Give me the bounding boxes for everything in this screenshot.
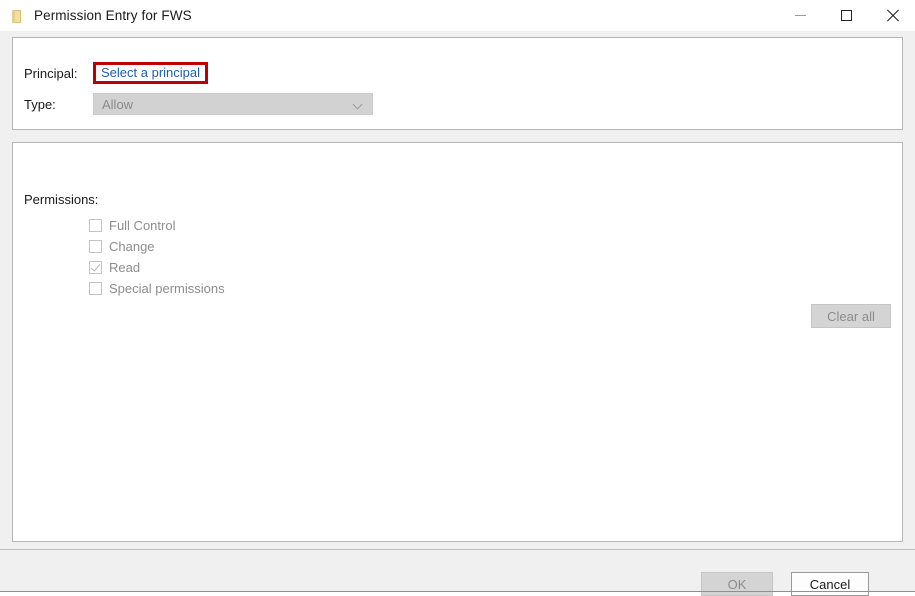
principal-highlight-box: Select a principal	[93, 62, 208, 84]
minimize-icon	[794, 15, 806, 16]
permissions-panel: Permissions: Full Control Change Read Sp…	[12, 142, 903, 542]
ok-button[interactable]: OK	[701, 572, 773, 596]
close-button[interactable]	[869, 0, 915, 31]
close-icon	[886, 9, 899, 22]
chevron-down-icon	[354, 101, 363, 110]
checkbox-read[interactable]	[89, 261, 102, 274]
type-dropdown[interactable]: Allow	[93, 93, 373, 115]
folder-icon	[9, 8, 25, 24]
permission-label: Full Control	[109, 218, 176, 233]
title-bar: Permission Entry for FWS	[0, 0, 915, 31]
permission-item-full-control[interactable]: Full Control	[89, 215, 225, 236]
checkbox-special-permissions[interactable]	[89, 282, 102, 295]
permission-item-special-permissions[interactable]: Special permissions	[89, 278, 225, 299]
minimize-button[interactable]	[777, 0, 823, 31]
maximize-icon	[840, 10, 852, 21]
cancel-button[interactable]: Cancel	[791, 572, 869, 596]
maximize-button[interactable]	[823, 0, 869, 31]
checkbox-change[interactable]	[89, 240, 102, 253]
permissions-list: Full Control Change Read Special permiss…	[89, 215, 225, 299]
principal-type-panel: Principal: Select a principal Type: Allo…	[12, 37, 903, 130]
window-title: Permission Entry for FWS	[34, 8, 192, 23]
checkbox-full-control[interactable]	[89, 219, 102, 232]
clear-all-button[interactable]: Clear all	[811, 304, 891, 328]
dialog-body: Principal: Select a principal Type: Allo…	[0, 31, 915, 596]
type-label: Type:	[24, 96, 56, 112]
permission-item-change[interactable]: Change	[89, 236, 225, 257]
window-controls	[777, 0, 915, 31]
principal-row: Principal: Select a principal	[24, 62, 208, 84]
permission-label: Special permissions	[109, 281, 225, 296]
type-dropdown-value: Allow	[102, 96, 134, 112]
type-row: Type: Allow	[24, 93, 373, 115]
permissions-label: Permissions:	[24, 192, 99, 207]
permission-label: Read	[109, 260, 141, 275]
dialog-footer: OK Cancel	[0, 550, 915, 596]
select-a-principal-link[interactable]: Select a principal	[101, 65, 200, 80]
permission-label: Change	[109, 239, 155, 254]
principal-label: Principal:	[24, 65, 78, 81]
permission-item-read[interactable]: Read	[89, 257, 225, 278]
